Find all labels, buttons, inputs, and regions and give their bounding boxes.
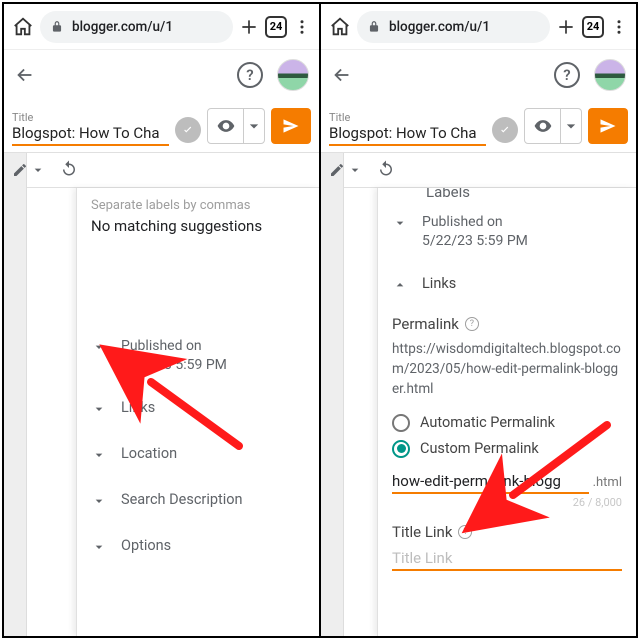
publish-button[interactable] bbox=[588, 108, 628, 144]
chevron-down-icon bbox=[91, 337, 109, 359]
radio-icon bbox=[392, 414, 410, 432]
radio-selected-icon bbox=[392, 440, 410, 458]
links-row[interactable]: Links bbox=[91, 387, 305, 433]
edit-tool[interactable] bbox=[329, 162, 363, 178]
avatar[interactable] bbox=[277, 59, 309, 91]
char-counter: 26 / 8,000 bbox=[392, 496, 622, 509]
help-icon[interactable]: ? bbox=[554, 62, 580, 88]
home-icon[interactable] bbox=[12, 16, 34, 38]
settings-panel: Labels Published on5/22/23 5:59 PM Links… bbox=[377, 188, 636, 636]
undo-icon[interactable] bbox=[377, 159, 395, 181]
title-label: Title bbox=[12, 111, 169, 124]
chevron-down-icon bbox=[91, 399, 109, 421]
settings-panel: Separate labels by commas No matching su… bbox=[76, 188, 319, 636]
chevron-down-icon bbox=[561, 109, 581, 143]
help-icon[interactable]: ? bbox=[237, 62, 263, 88]
new-tab-icon[interactable] bbox=[239, 17, 259, 37]
custom-permalink-radio[interactable]: Custom Permalink bbox=[392, 440, 622, 458]
labels-hint: Separate labels by commas bbox=[91, 198, 305, 213]
options-row[interactable]: Options bbox=[91, 525, 305, 571]
address-bar[interactable]: blogger.com/u/1 bbox=[40, 11, 233, 43]
back-icon[interactable] bbox=[14, 64, 36, 86]
preview-button[interactable] bbox=[207, 108, 265, 144]
address-bar[interactable]: blogger.com/u/1 bbox=[357, 11, 550, 43]
lock-icon bbox=[50, 20, 64, 34]
published-row[interactable]: Published on5/22/23 5:59 PM bbox=[91, 325, 305, 387]
save-status-icon bbox=[175, 117, 201, 143]
search-desc-row[interactable]: Search Description bbox=[91, 479, 305, 525]
chevron-down-icon bbox=[244, 109, 264, 143]
custom-permalink-input[interactable]: how-edit-permalink-blogg bbox=[392, 472, 589, 494]
edit-tool[interactable] bbox=[12, 162, 46, 178]
chevron-down-icon bbox=[392, 213, 410, 235]
eye-icon bbox=[525, 109, 561, 143]
chevron-up-icon bbox=[392, 275, 410, 297]
menu-icon[interactable] bbox=[610, 18, 628, 36]
publish-button[interactable] bbox=[271, 108, 311, 144]
title-input[interactable]: Blogspot: How To Cha bbox=[12, 124, 169, 146]
save-status-icon bbox=[492, 117, 518, 143]
title-input[interactable]: Blogspot: How To Cha bbox=[329, 124, 486, 146]
tab-count[interactable]: 24 bbox=[582, 16, 604, 38]
menu-icon[interactable] bbox=[293, 18, 311, 36]
permalink-label: Permalink? bbox=[392, 315, 622, 333]
preview-button[interactable] bbox=[524, 108, 582, 144]
labels-row-partial[interactable]: Labels bbox=[426, 188, 622, 201]
title-label: Title bbox=[329, 111, 486, 124]
help-icon[interactable]: ? bbox=[465, 317, 479, 331]
chevron-down-icon bbox=[91, 491, 109, 513]
tab-count[interactable]: 24 bbox=[265, 16, 287, 38]
title-link-input[interactable]: Title Link bbox=[392, 549, 622, 571]
permalink-ext: .html bbox=[593, 475, 622, 490]
auto-permalink-radio[interactable]: Automatic Permalink bbox=[392, 414, 622, 432]
chevron-down-icon bbox=[91, 445, 109, 467]
avatar[interactable] bbox=[594, 59, 626, 91]
url-text: blogger.com/u/1 bbox=[72, 19, 173, 35]
location-row[interactable]: Location bbox=[91, 433, 305, 479]
home-icon[interactable] bbox=[329, 16, 351, 38]
title-link-label: Title Link? bbox=[392, 523, 622, 541]
links-row[interactable]: Links bbox=[392, 263, 622, 301]
lock-icon bbox=[367, 20, 381, 34]
no-suggestions: No matching suggestions bbox=[91, 217, 305, 235]
new-tab-icon[interactable] bbox=[556, 17, 576, 37]
permalink-url: https://wisdomdigitaltech.blogspot.com/2… bbox=[392, 339, 622, 400]
help-icon[interactable]: ? bbox=[458, 525, 472, 539]
published-row[interactable]: Published on5/22/23 5:59 PM bbox=[392, 201, 622, 263]
undo-icon[interactable] bbox=[60, 159, 78, 181]
chevron-down-icon bbox=[91, 537, 109, 559]
url-text: blogger.com/u/1 bbox=[389, 19, 490, 35]
back-icon[interactable] bbox=[331, 64, 353, 86]
eye-icon bbox=[208, 109, 244, 143]
